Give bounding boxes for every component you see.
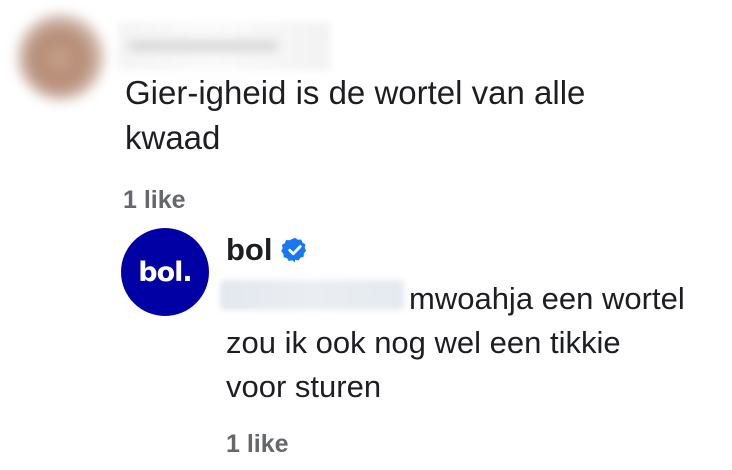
reply-avatar[interactable]: bol. bbox=[121, 228, 209, 316]
reply-text-first-line: mwoahja een wortel bbox=[409, 281, 685, 316]
reply-like-count[interactable]: 1 like bbox=[226, 430, 289, 459]
reply-author-name[interactable]: bol bbox=[226, 232, 273, 268]
comment-like-count[interactable]: 1 like bbox=[123, 186, 186, 215]
commenter-name-blurred[interactable] bbox=[118, 22, 330, 70]
reply-author: bol bbox=[226, 232, 309, 268]
verified-badge-icon bbox=[280, 237, 306, 263]
comment-text: Gier-igheid is de wortel van alle kwaad bbox=[125, 74, 586, 156]
reply-mention-blurred[interactable] bbox=[220, 280, 404, 310]
reply-text: zou ik ook nog wel een tikkie voor sture… bbox=[226, 325, 621, 404]
bol-logo: bol. bbox=[138, 256, 192, 288]
commenter-avatar-blurred[interactable] bbox=[18, 14, 104, 100]
